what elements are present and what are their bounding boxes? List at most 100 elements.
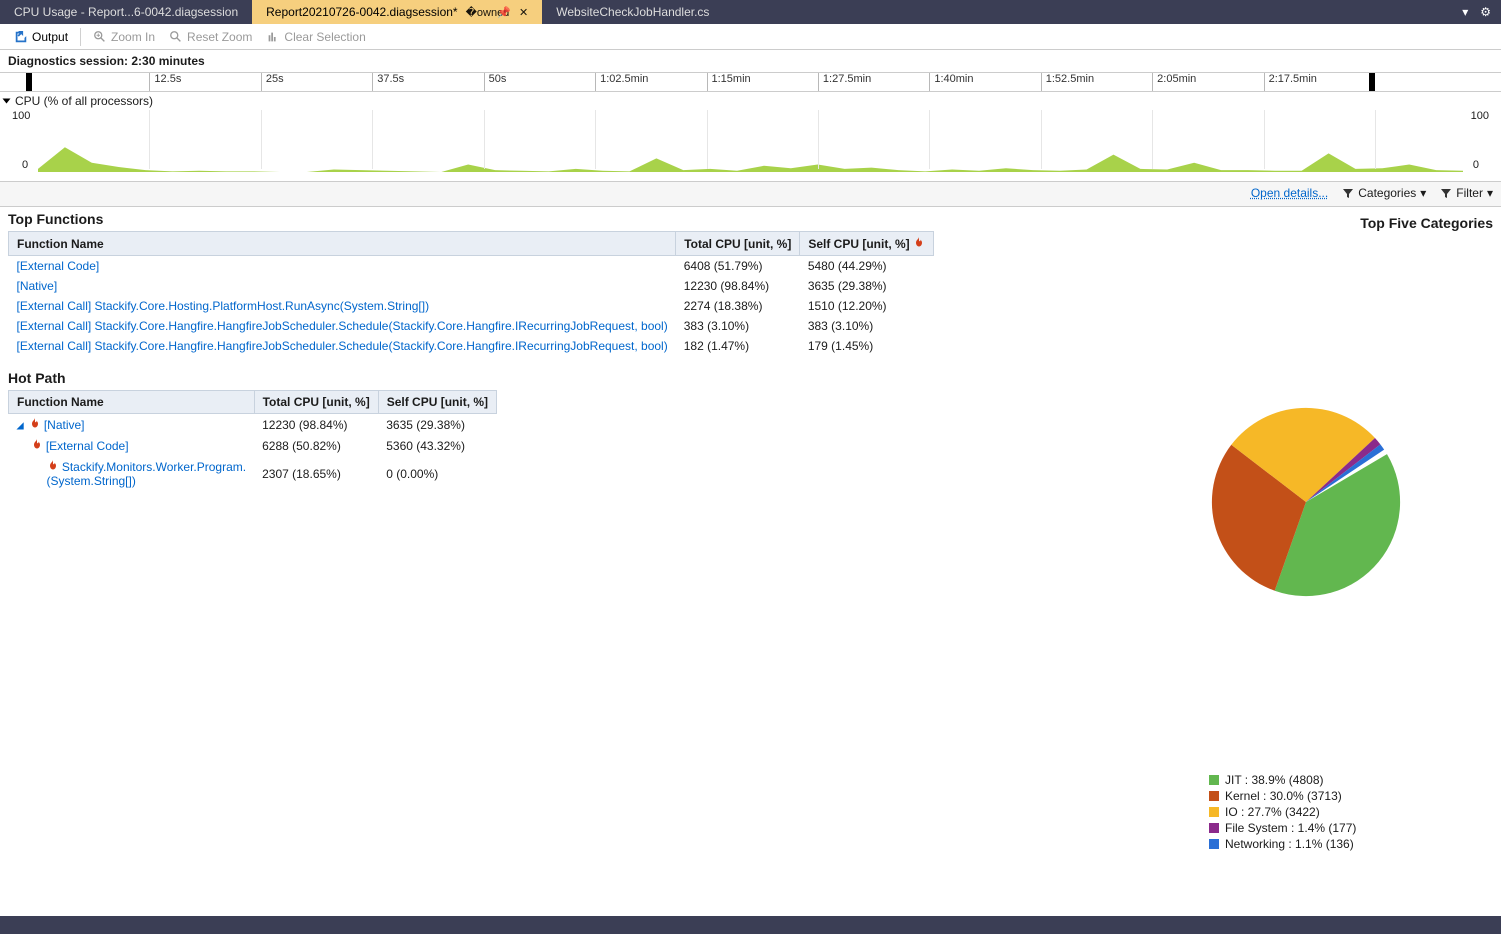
total-cpu-cell: 12230 (98.84%)	[254, 414, 378, 436]
cpu-plot-header[interactable]: CPU (% of all processors)	[0, 92, 1501, 110]
column-header[interactable]: Total CPU [unit, %]	[676, 232, 800, 256]
function-link[interactable]: ◢ [Native]	[9, 414, 255, 436]
expand-icon[interactable]: ◢	[17, 418, 29, 432]
timeline-tick: 25s	[261, 73, 284, 91]
cpu-plot[interactable]: 100 0 100 0	[0, 110, 1501, 182]
legend-label: Kernel : 30.0% (3713)	[1225, 788, 1342, 804]
collapse-icon[interactable]	[3, 99, 11, 104]
clear-selection-icon	[266, 30, 280, 44]
output-button[interactable]: Output	[8, 28, 74, 46]
filter-icon	[1342, 187, 1354, 199]
timeline-tick: 2:17.5min	[1264, 73, 1317, 91]
gridline	[484, 110, 485, 169]
status-bar	[0, 916, 1501, 934]
function-link[interactable]: [External Call] Stackify.Core.Hosting.Pl…	[9, 296, 676, 316]
actions-bar: Open details... Categories ▾ Filter ▾	[0, 182, 1501, 207]
cpu-plot-title: CPU (% of all processors)	[15, 94, 153, 108]
table-row[interactable]: [External Code]6288 (50.82%)5360 (43.32%…	[9, 435, 497, 456]
legend-item: Networking : 1.1% (136)	[1209, 836, 1493, 852]
column-header[interactable]: Total CPU [unit, %]	[254, 391, 378, 414]
top-functions-title: Top Functions	[0, 207, 1201, 231]
self-cpu-cell: 5360 (43.32%)	[378, 435, 496, 456]
gridline	[595, 110, 596, 169]
gridline	[1375, 110, 1376, 169]
reset-zoom-button: Reset Zoom	[163, 28, 258, 46]
table-row[interactable]: [Native]12230 (98.84%)3635 (29.38%)	[9, 276, 934, 296]
legend-label: File System : 1.4% (177)	[1225, 820, 1356, 836]
top-categories-title: Top Five Categories	[1209, 211, 1493, 235]
gridline	[818, 110, 819, 169]
pin-icon[interactable]: 📌	[497, 6, 511, 19]
zoom-in-button: Zoom In	[87, 28, 161, 46]
gridline	[149, 110, 150, 169]
self-cpu-cell: 383 (3.10%)	[800, 316, 934, 336]
gridline	[929, 110, 930, 169]
gridline	[1041, 110, 1042, 169]
function-link[interactable]: [External Code]	[9, 435, 255, 456]
gridline	[707, 110, 708, 169]
session-label: Diagnostics session: 2:30 minutes	[0, 50, 1501, 72]
timeline-tick: 1:27.5min	[818, 73, 871, 91]
legend-swatch	[1209, 791, 1219, 801]
timeline-tick: 1:15min	[707, 73, 751, 91]
legend-item: Kernel : 30.0% (3713)	[1209, 788, 1493, 804]
tab-websitecheck[interactable]: WebsiteCheckJobHandler.cs	[542, 0, 723, 24]
total-cpu-cell: 12230 (98.84%)	[676, 276, 800, 296]
open-details-link[interactable]: Open details...	[1251, 186, 1328, 200]
timeline-ruler[interactable]: 12.5s25s37.5s50s1:02.5min1:15min1:27.5mi…	[0, 72, 1501, 92]
table-row[interactable]: ◢ [Native]12230 (98.84%)3635 (29.38%)	[9, 414, 497, 436]
clear-selection-button: Clear Selection	[260, 28, 371, 46]
legend-item: IO : 27.7% (3422)	[1209, 804, 1493, 820]
y-axis-bottom: 0	[22, 159, 28, 171]
table-row[interactable]: [External Call] Stackify.Core.Hosting.Pl…	[9, 296, 934, 316]
self-cpu-cell: 179 (1.45%)	[800, 336, 934, 356]
total-cpu-cell: 2274 (18.38%)	[676, 296, 800, 316]
timeline-marker-start[interactable]	[26, 73, 32, 91]
filter-dropdown[interactable]: Filter ▾	[1440, 186, 1493, 200]
table-row[interactable]: [External Call] Stackify.Core.Hangfire.H…	[9, 336, 934, 356]
legend-swatch	[1209, 823, 1219, 833]
legend-swatch	[1209, 775, 1219, 785]
tab-cpu-usage[interactable]: CPU Usage - Report...6-0042.diagsession	[0, 0, 252, 24]
table-row[interactable]: [External Call] Stackify.Core.Hangfire.H…	[9, 316, 934, 336]
column-header[interactable]: Function Name	[9, 391, 255, 414]
total-cpu-cell: 2307 (18.65%)	[254, 456, 378, 491]
editor-tab-bar: CPU Usage - Report...6-0042.diagsession …	[0, 0, 1501, 24]
function-link[interactable]: [Native]	[9, 276, 676, 296]
legend-label: JIT : 38.9% (4808)	[1225, 772, 1324, 788]
cpu-area	[38, 147, 1463, 172]
flame-icon	[913, 237, 925, 251]
timeline-tick: 37.5s	[372, 73, 404, 91]
total-cpu-cell: 6408 (51.79%)	[676, 256, 800, 277]
filter-icon	[1440, 187, 1452, 199]
function-link[interactable]: Stackify.Monitors.Worker.Program.(System…	[9, 456, 255, 491]
legend-item: File System : 1.4% (177)	[1209, 820, 1493, 836]
gridline	[1264, 110, 1265, 169]
y-axis-bottom-right: 0	[1473, 159, 1479, 171]
column-header[interactable]: Self CPU [unit, %]	[800, 232, 934, 256]
function-link[interactable]: [External Call] Stackify.Core.Hangfire.H…	[9, 336, 676, 356]
gear-icon[interactable]: ⚙	[1480, 5, 1491, 19]
function-link[interactable]: [External Call] Stackify.Core.Hangfire.H…	[9, 316, 676, 336]
legend-swatch	[1209, 807, 1219, 817]
zoom-in-icon	[93, 30, 107, 44]
column-header[interactable]: Function Name	[9, 232, 676, 256]
hot-path-table: Function Name Total CPU [unit, %] Self C…	[8, 390, 497, 491]
function-link[interactable]: [External Code]	[9, 256, 676, 277]
legend-swatch	[1209, 839, 1219, 849]
column-header[interactable]: Self CPU [unit, %]	[378, 391, 496, 414]
table-row[interactable]: Stackify.Monitors.Worker.Program.(System…	[9, 456, 497, 491]
timeline-marker-end[interactable]	[1369, 73, 1375, 91]
gridline	[261, 110, 262, 169]
toolbar: Output Zoom In Reset Zoom Clear Selectio…	[0, 24, 1501, 50]
close-icon[interactable]: ✕	[519, 6, 528, 19]
total-cpu-cell: 383 (3.10%)	[676, 316, 800, 336]
timeline-tick: 12.5s	[149, 73, 181, 91]
table-row[interactable]: [External Code]6408 (51.79%)5480 (44.29%…	[9, 256, 934, 277]
y-axis-top: 100	[12, 110, 30, 122]
flame-icon	[29, 418, 41, 432]
chevron-down-icon[interactable]: ▾	[1462, 5, 1468, 19]
categories-dropdown[interactable]: Categories ▾	[1342, 186, 1426, 200]
tab-report[interactable]: Report20210726-0042.diagsession* �owned …	[252, 0, 542, 24]
timeline-tick: 1:52.5min	[1041, 73, 1094, 91]
